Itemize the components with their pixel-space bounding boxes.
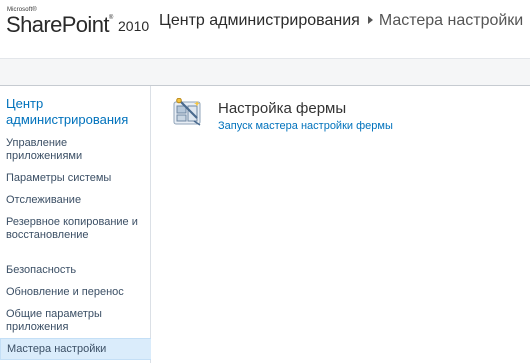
logo-version-text: 2010: [118, 18, 150, 34]
main-content: Настройка фермы Запуск мастера настройки…: [152, 86, 530, 363]
breadcrumb: Центр администрирования Мастера настройки: [159, 12, 523, 30]
breadcrumb-separator-icon: [367, 15, 373, 24]
sidebar-item-configuration-wizards[interactable]: Мастера настройки: [0, 338, 151, 360]
header: Microsoft® SharePoint® 2010 Центр админи…: [0, 0, 530, 58]
sidebar-item-security[interactable]: Безопасность: [6, 264, 146, 277]
sidebar-item-monitoring[interactable]: Отслеживание: [6, 194, 146, 207]
left-navigation: Центр администрирования Управление прило…: [0, 86, 151, 363]
ribbon-bar: [0, 58, 530, 86]
sidebar-item-upgrade-migration[interactable]: Обновление и перенос: [6, 286, 146, 299]
farm-wizard-icon: [173, 97, 203, 128]
sharepoint-logo[interactable]: Microsoft® SharePoint® 2010: [6, 7, 154, 39]
launch-farm-wizard-link[interactable]: Запуск мастера настройки фермы: [218, 120, 393, 132]
nav-header-central-admin[interactable]: Центр администрирования: [6, 96, 146, 128]
breadcrumb-root[interactable]: Центр администрирования: [159, 12, 360, 29]
breadcrumb-current: Мастера настройки: [378, 12, 524, 29]
sidebar-item-application-management[interactable]: Управление приложениями: [6, 137, 146, 163]
sidebar-item-system-settings[interactable]: Параметры системы: [6, 172, 146, 185]
logo-product-text: SharePoint®: [6, 12, 113, 37]
farm-configuration-title: Настройка фермы: [218, 100, 347, 117]
sidebar-item-backup-restore[interactable]: Резервное копирование и восстановление: [6, 216, 146, 242]
sidebar-item-general-settings[interactable]: Общие параметры приложения: [6, 308, 146, 334]
